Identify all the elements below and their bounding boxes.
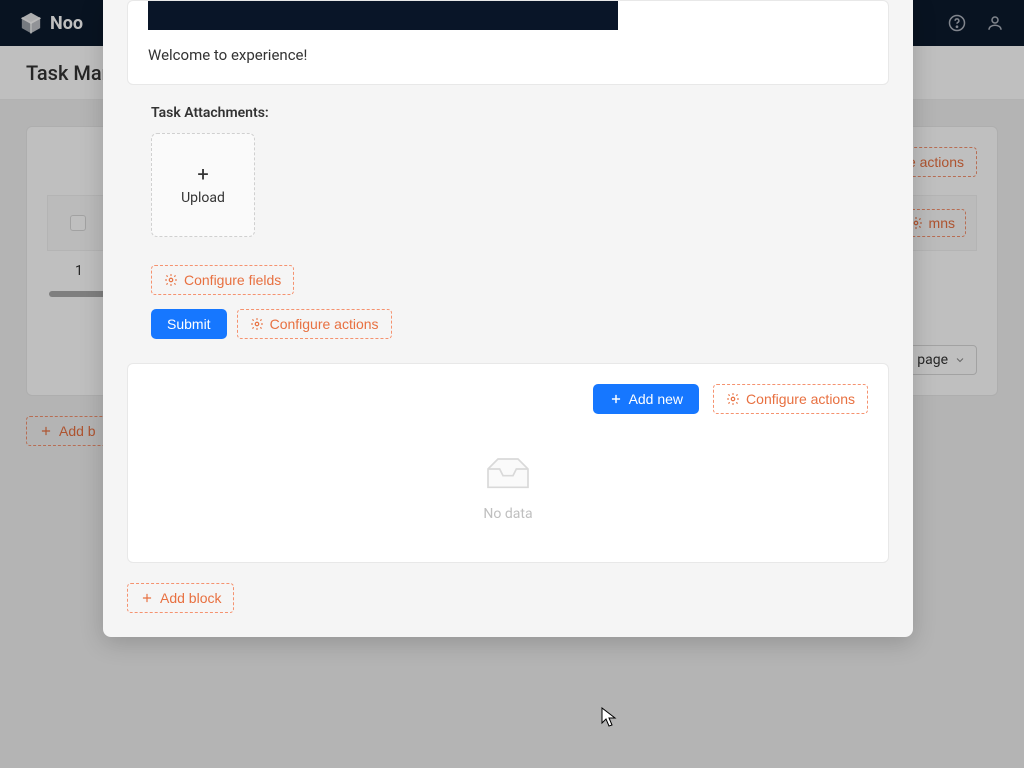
attachments-label: Task Attachments: xyxy=(151,105,889,121)
configure-actions-button[interactable]: Configure actions xyxy=(237,309,392,339)
modal-panel: Welcome to experience! Task Attachments:… xyxy=(103,0,913,637)
welcome-text: Welcome to experience! xyxy=(148,46,868,64)
upload-tile[interactable]: + Upload xyxy=(151,133,255,237)
form-card: Welcome to experience! xyxy=(127,0,889,85)
gear-icon xyxy=(726,392,740,406)
configure-actions-button-2[interactable]: Configure actions xyxy=(713,384,868,414)
gear-icon xyxy=(164,273,178,287)
add-block-button[interactable]: Add block xyxy=(127,583,234,613)
banner-image xyxy=(148,1,618,30)
list-card: Add new Configure actions No data xyxy=(127,363,889,563)
plus-icon xyxy=(140,591,154,605)
plus-icon xyxy=(609,392,623,406)
gear-icon xyxy=(250,317,264,331)
plus-icon: + xyxy=(197,164,208,184)
no-data-text: No data xyxy=(483,506,532,522)
empty-box-icon xyxy=(480,454,536,494)
configure-fields-button[interactable]: Configure fields xyxy=(151,265,294,295)
submit-button[interactable]: Submit xyxy=(151,309,227,339)
empty-state: No data xyxy=(148,454,868,542)
add-new-button[interactable]: Add new xyxy=(593,384,699,414)
upload-label: Upload xyxy=(181,190,225,206)
